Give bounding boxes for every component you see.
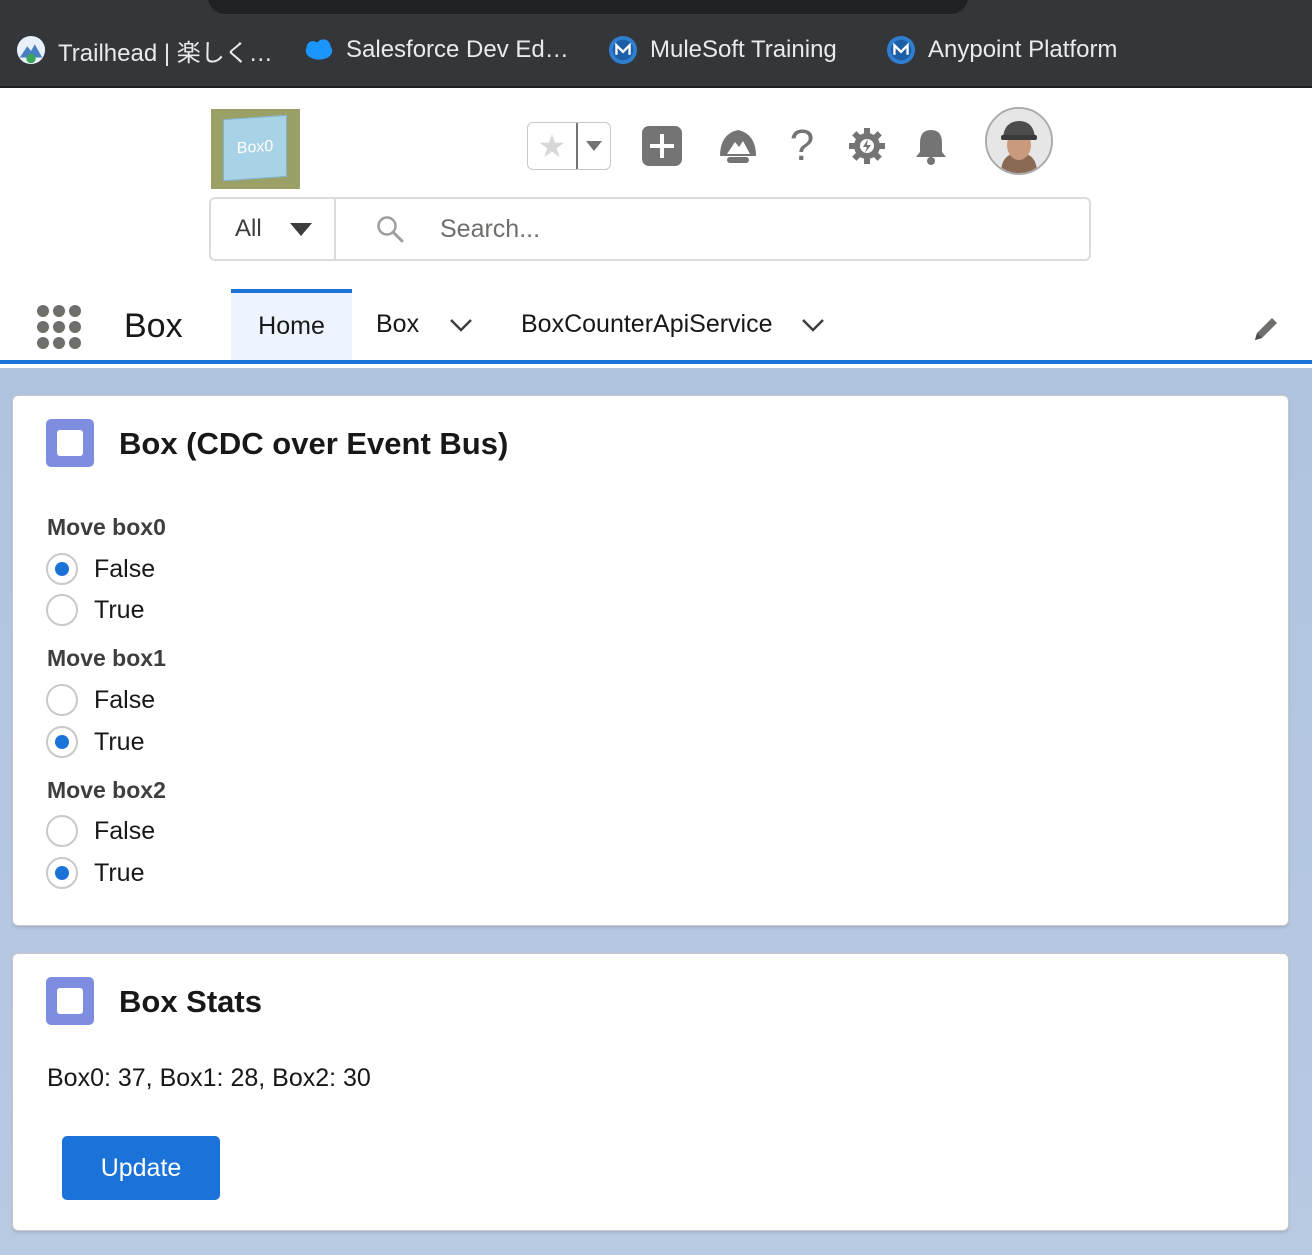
radio-label: True <box>94 727 145 756</box>
notifications-button[interactable] <box>907 122 955 170</box>
box-stats-card: Box Stats Box0: 37, Box1: 28, Box2: 30 U… <box>12 953 1289 1231</box>
setup-gear-icon <box>849 128 885 164</box>
search-scope-dropdown[interactable]: All <box>211 199 336 259</box>
radio-label: True <box>94 858 145 887</box>
bookmark-label: Salesforce Dev Ed… <box>346 36 569 63</box>
chevron-down-icon[interactable] <box>801 318 825 332</box>
search-scope-label: All <box>235 215 262 242</box>
move-box1-false-radio[interactable]: False <box>46 684 155 716</box>
radio-group-label: Move box0 <box>47 514 166 540</box>
radio-indicator <box>46 684 78 716</box>
bookmark-salesforce-dev-ed[interactable]: Salesforce Dev Ed… <box>304 32 569 68</box>
box-cube-logo-icon: Box0 <box>223 114 287 182</box>
trailhead-guidance-button[interactable] <box>714 122 762 170</box>
notifications-bell-icon <box>916 130 946 165</box>
move-box0-false-radio[interactable]: False <box>46 553 155 585</box>
card-title: Box (CDC over Event Bus) <box>119 426 509 461</box>
bookmark-label: Anypoint Platform <box>928 36 1118 63</box>
radio-indicator <box>46 857 78 889</box>
chevron-down-icon[interactable] <box>449 318 473 332</box>
radio-indicator <box>46 594 78 626</box>
box-stats-text: Box0: 37, Box1: 28, Box2: 30 <box>47 1064 371 1092</box>
radio-label: False <box>94 685 156 714</box>
radio-indicator <box>46 553 78 585</box>
help-button[interactable]: ? <box>778 121 826 170</box>
app-launcher-icon[interactable] <box>37 305 83 349</box>
logo-text: Box0 <box>236 137 274 158</box>
caret-down-icon <box>289 222 312 236</box>
box-control-card: Box (CDC over Event Bus) Move box0 False… <box>12 395 1289 926</box>
app-navigation-bar: Box Home Box BoxCounterApiService <box>0 289 1312 364</box>
radio-indicator <box>46 815 78 847</box>
move-box2-true-radio[interactable]: True <box>46 857 144 889</box>
browser-address-bar[interactable] <box>208 0 968 14</box>
browser-bookmarks-bar: Trailhead | 楽しく… Salesforce Dev Ed… Mule… <box>0 0 1312 88</box>
move-box2-false-radio[interactable]: False <box>46 815 155 847</box>
tab-label: Box <box>376 310 420 338</box>
caret-down-icon <box>586 141 602 151</box>
search-icon <box>377 216 404 243</box>
card-title: Box Stats <box>119 984 262 1019</box>
radio-label: False <box>94 554 156 583</box>
radio-label: False <box>94 816 156 845</box>
global-actions-button[interactable] <box>638 122 686 170</box>
mulesoft-icon <box>608 35 638 65</box>
card-icon <box>46 977 94 1025</box>
favorites-dropdown-button[interactable] <box>576 123 610 169</box>
user-avatar[interactable] <box>985 107 1053 175</box>
bookmark-mulesoft-training[interactable]: MuleSoft Training <box>608 32 837 68</box>
trailhead-icon <box>16 35 46 65</box>
add-icon <box>642 126 682 166</box>
edit-nav-pencil-icon[interactable] <box>1250 313 1282 345</box>
org-logo[interactable]: Box0 <box>211 109 300 189</box>
mulesoft-icon <box>886 35 916 65</box>
user-avatar-icon <box>987 109 1051 173</box>
update-button[interactable]: Update <box>62 1136 220 1200</box>
search-input[interactable] <box>440 214 1040 244</box>
setup-button[interactable] <box>843 122 891 170</box>
radio-label: True <box>94 595 145 624</box>
tab-label: Home <box>258 312 325 340</box>
bookmark-anypoint-platform[interactable]: Anypoint Platform <box>886 32 1117 68</box>
radio-group-label: Move box1 <box>47 645 166 671</box>
tab-home[interactable]: Home <box>231 289 352 360</box>
tab-boxcounterapiservice[interactable]: BoxCounterApiService <box>521 289 825 360</box>
card-icon <box>46 419 94 467</box>
move-box1-true-radio[interactable]: True <box>46 726 144 758</box>
favorites-star-icon[interactable]: ★ <box>528 123 576 169</box>
tab-box[interactable]: Box <box>376 289 473 360</box>
trailhead-guidance-icon <box>720 130 756 163</box>
radio-group-label: Move box2 <box>47 777 166 803</box>
salesforce-cloud-icon <box>304 35 334 65</box>
app-name: Box <box>124 307 183 345</box>
move-box0-true-radio[interactable]: True <box>46 594 144 626</box>
bookmark-label: Trailhead | 楽しく… <box>58 39 273 67</box>
radio-indicator <box>46 726 78 758</box>
help-icon: ? <box>789 121 815 170</box>
search-field <box>336 199 1089 259</box>
favorites-group: ★ <box>527 122 611 170</box>
bookmark-trailhead[interactable]: Trailhead | 楽しく… <box>16 32 273 68</box>
main-content: Box (CDC over Event Bus) Move box0 False… <box>0 368 1312 1255</box>
tab-label: BoxCounterApiService <box>521 310 773 338</box>
bookmark-label: MuleSoft Training <box>650 36 837 63</box>
global-search: All <box>209 197 1091 261</box>
